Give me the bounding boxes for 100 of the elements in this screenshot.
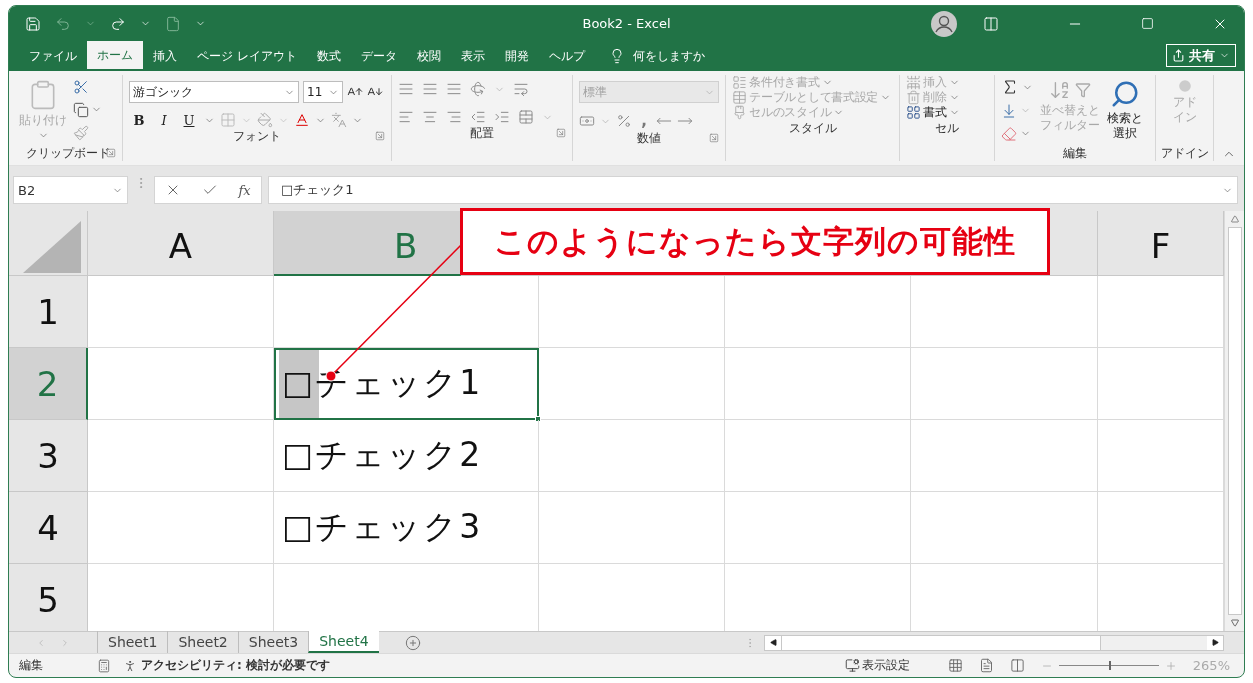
indent-increase-icon[interactable] xyxy=(493,109,510,125)
dialog-launcher-icon[interactable] xyxy=(374,131,385,141)
borders-icon[interactable] xyxy=(220,112,236,128)
row-header[interactable]: 1 xyxy=(9,276,88,348)
eraser-icon[interactable] xyxy=(1001,125,1017,142)
page-layout-icon[interactable] xyxy=(978,658,994,673)
file-icon[interactable] xyxy=(165,15,181,32)
callout-box: このようになったら文字列の可能性 xyxy=(460,208,1050,275)
row-header[interactable]: 3 xyxy=(9,420,88,492)
dialog-launcher-icon[interactable] xyxy=(556,128,567,138)
group-label: スタイル xyxy=(788,119,837,137)
dialog-launcher-icon[interactable] xyxy=(709,133,720,143)
previous-sheet-icon[interactable] xyxy=(36,637,46,648)
column-header[interactable]: F xyxy=(1098,211,1224,276)
phonetic-icon[interactable] xyxy=(331,112,347,128)
redo-icon[interactable] xyxy=(110,15,126,32)
tell-me-field[interactable]: 何をしますか xyxy=(632,47,705,65)
ribbon-tab[interactable]: データ xyxy=(350,41,407,71)
align-bottom-icon[interactable] xyxy=(445,81,462,97)
display-settings-link[interactable]: 表示設定 xyxy=(861,657,910,674)
formula-field[interactable]: □チェック1 xyxy=(268,176,1238,204)
comma-style-button[interactable]: , xyxy=(637,112,652,130)
scroll-left-icon[interactable] xyxy=(769,639,777,646)
merge-cells-icon[interactable] xyxy=(517,109,534,125)
group-label: 数値 xyxy=(637,129,662,147)
column-header[interactable]: A xyxy=(88,211,274,276)
ribbon-tab[interactable]: 開発 xyxy=(494,41,539,71)
horizontal-scrollbar[interactable] xyxy=(764,634,1224,651)
align-top-icon[interactable] xyxy=(397,81,414,97)
fill-icon[interactable] xyxy=(1001,103,1017,119)
addin-dot-icon xyxy=(1177,79,1192,93)
copy-icon[interactable] xyxy=(73,102,89,118)
orientation-icon[interactable] xyxy=(469,81,486,97)
conditional-format-icon xyxy=(732,75,748,90)
select-all-corner[interactable] xyxy=(9,211,88,276)
insert-function-button[interactable]: fx xyxy=(238,182,251,198)
ribbon-tab[interactable]: 挿入 xyxy=(143,41,187,71)
name-box[interactable]: B2 xyxy=(13,176,128,204)
add-sheet-icon[interactable] xyxy=(404,634,421,651)
sort-icon xyxy=(1048,79,1071,101)
wrap-text-icon[interactable] xyxy=(512,81,529,97)
scroll-up-icon[interactable] xyxy=(1230,215,1239,223)
row-header[interactable]: 4 xyxy=(9,492,88,564)
align-right-icon[interactable] xyxy=(445,109,462,125)
calculator-icon[interactable] xyxy=(97,658,111,673)
ribbon-tab[interactable]: ホーム xyxy=(87,41,143,71)
align-left-icon[interactable] xyxy=(397,109,414,125)
sheet-tab[interactable]: Sheet2 xyxy=(167,631,238,653)
font-size-field[interactable]: 11 xyxy=(303,81,343,103)
paintbrush-icon[interactable] xyxy=(73,125,89,142)
zoom-thumb[interactable] xyxy=(1108,661,1111,670)
group-label: セル xyxy=(935,119,960,137)
align-middle-icon[interactable] xyxy=(421,81,438,97)
delete-icon xyxy=(906,90,922,105)
ribbon-tab[interactable]: 数式 xyxy=(306,41,351,71)
undo-icon[interactable] xyxy=(55,15,71,32)
display-settings-icon[interactable] xyxy=(844,658,860,673)
accessibility-icon[interactable] xyxy=(123,658,137,673)
sheet-tab[interactable]: Sheet4 xyxy=(308,631,379,653)
save-icon[interactable] xyxy=(25,15,41,32)
ribbon-tab[interactable]: 校閲 xyxy=(406,41,451,71)
column-header[interactable]: B xyxy=(274,211,461,276)
currency-icon[interactable] xyxy=(579,113,596,129)
scroll-down-icon[interactable] xyxy=(1230,619,1239,627)
row-header[interactable]: 2 xyxy=(9,348,88,420)
group-label: 配置 xyxy=(469,124,494,142)
scrollbar-thumb[interactable] xyxy=(1227,227,1242,615)
row-header[interactable]: 5 xyxy=(9,564,88,631)
page-break-icon[interactable] xyxy=(1009,658,1025,673)
ribbon-tab[interactable]: ページ レイアウト xyxy=(187,41,307,71)
ribbon-tab[interactable]: 表示 xyxy=(450,41,495,71)
ribbon-tab[interactable]: ヘルプ xyxy=(538,41,595,71)
normal-view-icon[interactable] xyxy=(947,658,963,673)
table-cell: □チェック2 xyxy=(274,420,539,492)
group-label: フォント xyxy=(232,127,281,145)
percent-icon[interactable] xyxy=(616,113,633,129)
zoom-in-icon[interactable] xyxy=(1164,659,1177,672)
indent-decrease-icon[interactable] xyxy=(469,109,486,125)
ribbon-display-icon[interactable] xyxy=(983,15,999,32)
next-sheet-icon[interactable] xyxy=(60,637,70,648)
font-color-icon[interactable] xyxy=(294,112,310,128)
insert-rows-icon xyxy=(906,75,922,90)
font-style-button[interactable]: B xyxy=(129,112,149,128)
filter-icon xyxy=(1074,82,1091,98)
font-name-field[interactable]: 游ゴシック xyxy=(129,81,299,103)
avatar-icon[interactable] xyxy=(931,10,957,37)
ribbon-tab[interactable]: ファイル xyxy=(19,41,87,71)
align-center-icon[interactable] xyxy=(421,109,438,125)
sheet-tab[interactable]: Sheet1 xyxy=(97,631,168,653)
scroll-right-icon[interactable] xyxy=(1211,639,1219,646)
accessibility-status[interactable]: アクセシビリティ: 検討が必要です xyxy=(141,657,330,674)
font-style-button[interactable]: U xyxy=(179,112,199,128)
cells-menu-button[interactable]: 書式 xyxy=(906,105,988,120)
share-button[interactable]: 共有 xyxy=(1166,44,1236,67)
paint-bucket-icon[interactable] xyxy=(257,112,273,128)
editing-button[interactable]: 検索と選択 xyxy=(1106,75,1144,145)
scissors-icon[interactable] xyxy=(73,78,89,95)
font-style-button[interactable]: I xyxy=(154,112,174,128)
maximize-icon[interactable] xyxy=(1141,17,1154,30)
format-grid-icon xyxy=(906,105,922,120)
